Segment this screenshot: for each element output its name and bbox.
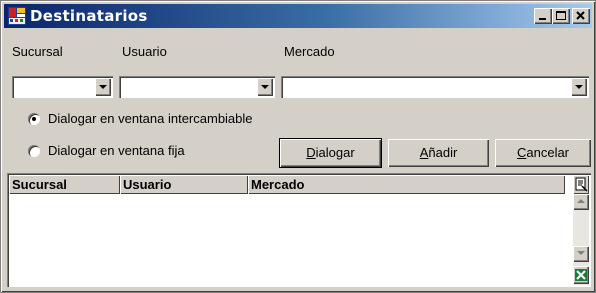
anadir-label: ñadir [428, 145, 458, 160]
sucursal-label: Sucursal [12, 44, 63, 59]
arrow-up-icon [577, 199, 585, 203]
sucursal-select[interactable] [12, 76, 113, 98]
radio-intercambiable[interactable] [28, 113, 40, 125]
sucursal-dropdown-button[interactable] [95, 78, 111, 96]
fija-label[interactable]: Dialogar en ventana fija [48, 143, 185, 158]
cancelar-mnemonic: C [516, 145, 527, 160]
radio-selected-dot [32, 117, 36, 121]
usuario-select[interactable] [119, 76, 275, 98]
maximize-button[interactable] [552, 8, 570, 24]
close-button[interactable] [572, 8, 590, 24]
title-bar[interactable]: Destinatarios [4, 4, 592, 28]
export-icon [575, 177, 588, 192]
maximize-icon [556, 11, 566, 20]
chevron-down-icon [261, 85, 269, 89]
vertical-scrollbar[interactable] [573, 194, 589, 285]
scroll-down-button[interactable] [573, 246, 589, 262]
chevron-down-icon [99, 85, 107, 89]
dialogar-mnemonic: D [306, 145, 316, 160]
cancelar-label: ancelar [526, 145, 570, 160]
minimize-button[interactable] [534, 8, 552, 24]
column-header-sucursal[interactable]: Sucursal [9, 175, 120, 194]
mercado-dropdown-button[interactable] [571, 78, 587, 96]
mercado-select[interactable] [281, 76, 589, 98]
destinatarios-grid[interactable]: Sucursal Usuario Mercado [7, 173, 591, 287]
arrow-down-icon [577, 251, 585, 255]
grid-header: Sucursal Usuario Mercado [9, 175, 583, 194]
excel-export-button[interactable] [573, 266, 589, 284]
dialogar-label: ialogar [315, 145, 355, 160]
usuario-dropdown-button[interactable] [257, 78, 273, 96]
chevron-down-icon [575, 85, 583, 89]
destinatarios-window: Destinatarios Sucursal Usuario Mercado D… [0, 0, 596, 293]
dialogar-button[interactable]: Dialogar [279, 138, 382, 168]
usuario-label: Usuario [122, 44, 167, 59]
close-icon [576, 11, 585, 20]
column-header-usuario[interactable]: Usuario [120, 175, 248, 194]
scroll-up-button[interactable] [573, 194, 589, 210]
anadir-button[interactable]: Añadir [388, 139, 489, 167]
intercambiable-label[interactable]: Dialogar en ventana intercambiable [48, 111, 253, 126]
window-title: Destinatarios [30, 7, 148, 25]
radio-fija[interactable] [28, 145, 40, 157]
app-icon [8, 7, 26, 25]
export-button[interactable] [573, 175, 589, 194]
mercado-label: Mercado [284, 44, 335, 59]
column-header-mercado[interactable]: Mercado [248, 175, 565, 194]
minimize-icon [539, 18, 546, 20]
cancelar-button[interactable]: Cancelar [495, 139, 591, 167]
excel-icon [575, 269, 587, 281]
